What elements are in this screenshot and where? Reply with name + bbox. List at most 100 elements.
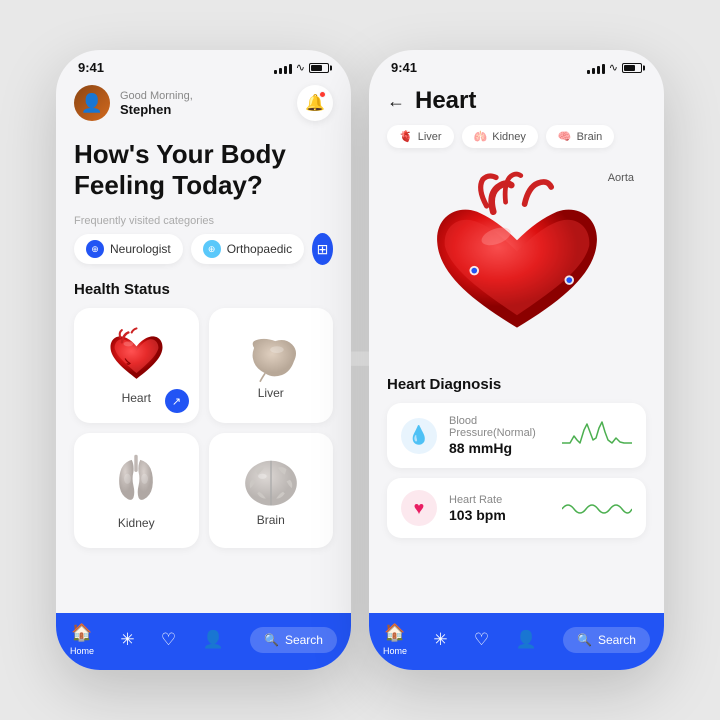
phone-2: 9:41 ∿ ← Heart 🫀 Li [369,50,664,670]
status-bar-1: 9:41 ∿ [56,50,351,79]
organ-tabs: 🫀 Liver 🫁 Kidney 🧠 Brain [369,121,664,158]
organ-card-kidney[interactable]: Kidney [74,433,199,548]
liver-organ-image [241,331,301,386]
heading-text: How's Your BodyFeeling Today? [74,139,333,201]
nav-home-label-1: Home [70,646,94,656]
phone2-title: Heart [415,87,476,115]
category-chips: ⊕ Neurologist ⊕ Orthopaedic ⊞ [56,233,351,277]
diagnosis-section: Heart Diagnosis 💧 Blood Pressure(Normal)… [369,372,664,613]
main-heading: How's Your BodyFeeling Today? [56,131,351,207]
chip-neurologist-label: Neurologist [110,242,171,256]
search-icon-1: 🔍 [264,633,279,647]
tab-liver-label: Liver [418,131,442,143]
organ-card-liver[interactable]: Liver [209,308,334,423]
battery-icon-1 [309,63,329,73]
tab-brain[interactable]: 🧠 Brain [546,125,614,148]
heart-nav-icon-2: ♡ [474,630,489,650]
organ-grid: Heart ↗ [74,308,333,548]
grid-button[interactable]: ⊞ [312,233,333,265]
avatar-face: 👤 [81,93,103,114]
nav-search-1[interactable]: 🔍 Search [250,627,337,653]
greeting-sub: Good Morning, [120,90,193,102]
grid-icon: ⊞ [317,241,329,258]
status-time-2: 9:41 [391,60,417,75]
heart-label: Heart [122,391,151,405]
chip-neurologist[interactable]: ⊕ Neurologist [74,234,183,264]
nav-asterisk-1[interactable]: ✳ [120,630,134,650]
signal-bar-3 [284,66,287,74]
hr-info: Heart Rate 103 bpm [449,494,550,523]
search-label-1: Search [285,633,323,647]
heart-organ-image [104,326,169,391]
signal-bars-1 [274,62,292,74]
bell-dot [319,91,326,98]
liver-label: Liver [258,386,284,400]
sb4 [602,64,605,74]
signal-bar-1 [274,70,277,74]
status-icons-2: ∿ [587,61,642,74]
hr-value: 103 bpm [449,507,550,523]
back-button[interactable]: ← [387,91,405,112]
kidney-organ-image [106,451,166,516]
brain-organ-image [240,455,302,513]
bp-info: Blood Pressure(Normal) 88 mmHg [449,415,550,456]
nav-asterisk-2[interactable]: ✳ [433,630,447,650]
brain-label: Brain [257,513,285,527]
organ-card-brain[interactable]: Brain [209,433,334,548]
chip-orthopaedic[interactable]: ⊕ Orthopaedic [191,234,304,264]
health-section: Health Status [56,277,351,613]
asterisk-icon-1: ✳ [120,630,134,650]
home-icon-1: 🏠 [71,623,92,643]
heart-nav-icon-1: ♡ [161,630,176,650]
nav-home-2[interactable]: 🏠 Home [383,623,407,656]
bp-symbol: 💧 [408,425,430,446]
tab-kidney[interactable]: 🫁 Kidney [462,125,538,148]
aorta-label: Aorta [608,172,634,184]
nav-person-2[interactable]: 👤 [516,630,537,650]
home-icon-2: 🏠 [384,623,405,643]
status-bar-2: 9:41 ∿ [369,50,664,79]
nav-search-2[interactable]: 🔍 Search [563,627,650,653]
orthopaedic-icon: ⊕ [203,240,221,258]
signal-bar-2 [279,68,282,74]
phone-1: 9:41 ∿ 👤 Good Mo [56,50,351,670]
heart-large-image [422,168,612,358]
organ-card-heart[interactable]: Heart ↗ [74,308,199,423]
hr-symbol: ♥ [414,498,425,519]
bell-button[interactable]: 🔔 [297,85,333,121]
search-label-2: Search [598,633,636,647]
person-icon-1: 👤 [203,630,224,650]
signal-bars-2 [587,62,605,74]
phones-container: 9:41 ∿ 👤 Good Mo [56,50,664,670]
bp-chart [562,418,632,453]
arrow-icon: ↗ [172,395,181,408]
diag-card-hr[interactable]: ♥ Heart Rate 103 bpm [387,478,646,538]
heart-display: Aorta [369,158,664,372]
greeting-text: Good Morning, Stephen [120,90,193,117]
sb1 [587,70,590,74]
battery-icon-2 [622,63,642,73]
wifi-icon-1: ∿ [296,61,305,74]
battery-fill-1 [311,65,322,71]
phone2-header: ← Heart [369,79,664,121]
liver-tab-icon: 🫀 [399,130,413,143]
nav-heart-1[interactable]: ♡ [161,630,176,650]
search-icon-2: 🔍 [577,633,592,647]
heart-arrow-btn[interactable]: ↗ [165,389,189,413]
nav-person-1[interactable]: 👤 [203,630,224,650]
sb2 [592,68,595,74]
diagnosis-title: Heart Diagnosis [387,376,646,393]
battery-fill-2 [624,65,635,71]
nav-heart-2[interactable]: ♡ [474,630,489,650]
diag-card-bp[interactable]: 💧 Blood Pressure(Normal) 88 mmHg [387,403,646,468]
avatar-greeting: 👤 Good Morning, Stephen [74,85,193,121]
chip-orthopaedic-label: Orthopaedic [227,242,292,256]
nav-home-1[interactable]: 🏠 Home [70,623,94,656]
kidney-tab-icon: 🫁 [474,130,488,143]
bp-value: 88 mmHg [449,440,550,456]
tab-liver[interactable]: 🫀 Liver [387,125,454,148]
avatar: 👤 [74,85,110,121]
bottom-nav-2: 🏠 Home ✳ ♡ 👤 🔍 Search [369,613,664,670]
status-icons-1: ∿ [274,61,329,74]
greeting-name: Stephen [120,102,193,117]
